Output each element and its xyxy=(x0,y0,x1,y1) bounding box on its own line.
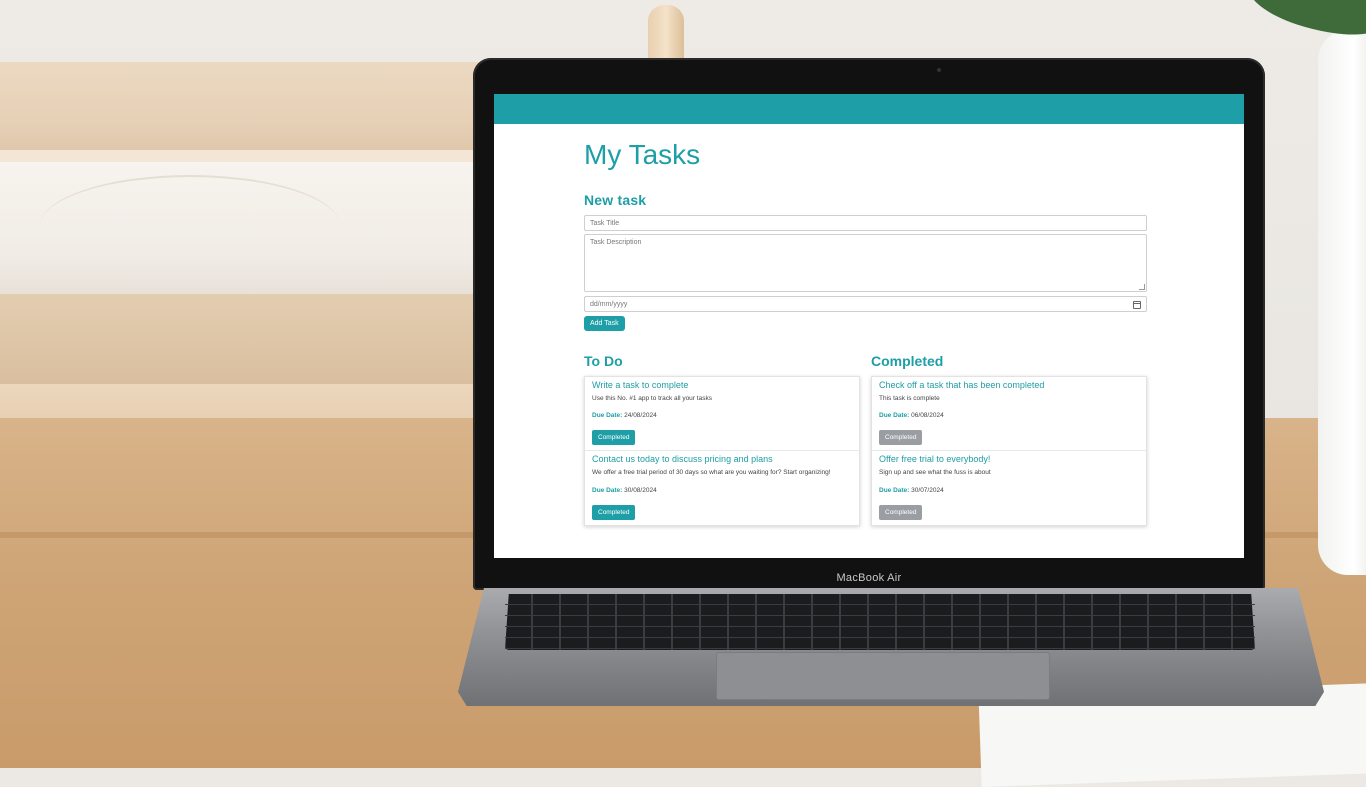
laptop-brand: MacBook Air xyxy=(836,572,902,584)
task-title-input[interactable]: Task Title xyxy=(584,214,1147,231)
due-date-value: 06/08/2024 xyxy=(911,412,944,420)
due-date-value: 24/08/2024 xyxy=(624,412,657,420)
calendar-icon[interactable] xyxy=(1133,300,1141,309)
plant-pot xyxy=(1318,30,1366,575)
laptop-screen: My Tasks New task Task Title Task Descri… xyxy=(494,94,1244,558)
task-description: Sign up and see what the fuss is about xyxy=(879,469,991,477)
due-date-label: Due Date: xyxy=(592,412,623,420)
completed-status-button[interactable]: Completed xyxy=(879,505,923,521)
due-date-label: Due Date: xyxy=(879,412,910,420)
keyboard-rows xyxy=(505,594,1255,650)
wooden-shelf-middle xyxy=(0,294,480,384)
task-description: This task is complete xyxy=(879,394,940,402)
task-card: Write a task to complete Use this No. #1… xyxy=(585,377,859,452)
due-date-value: 30/08/2024 xyxy=(624,487,657,495)
task-description-input[interactable]: Task Description xyxy=(584,233,1147,292)
app-header-bar xyxy=(494,94,1244,124)
task-description: We offer a free trial period of 30 days … xyxy=(592,469,831,477)
todo-column: To Do Write a task to complete Use this … xyxy=(584,353,860,527)
todo-list: Write a task to complete Use this No. #1… xyxy=(584,375,860,527)
due-date-value: 30/07/2024 xyxy=(911,487,944,495)
main-content: My Tasks New task Task Title Task Descri… xyxy=(584,138,1148,527)
task-card: Contact us today to discuss pricing and … xyxy=(585,451,859,525)
task-columns: To Do Write a task to complete Use this … xyxy=(584,353,1148,527)
task-card: Offer free trial to everybody! Sign up a… xyxy=(872,451,1146,525)
shelf-edge xyxy=(0,150,480,162)
task-due-date: Due Date: 30/08/2024 xyxy=(592,487,852,494)
completed-heading: Completed xyxy=(871,352,944,369)
completed-status-button[interactable]: Completed xyxy=(879,430,923,446)
task-description: Use this No. #1 app to track all your ta… xyxy=(592,394,712,402)
due-date-placeholder: dd/mm/yyyy xyxy=(590,300,628,308)
due-date-label: Due Date: xyxy=(879,487,910,495)
wooden-shelf xyxy=(0,62,480,162)
camera-icon xyxy=(937,68,941,72)
page-title: My Tasks xyxy=(584,139,701,170)
todo-heading: To Do xyxy=(584,352,623,369)
new-task-heading: New task xyxy=(584,191,647,208)
task-due-date: Due Date: 06/08/2024 xyxy=(879,412,1139,419)
completed-list: Check off a task that has been completed… xyxy=(871,375,1147,527)
trackpad xyxy=(716,652,1050,700)
task-title: Write a task to complete xyxy=(592,379,689,390)
task-title: Contact us today to discuss pricing and … xyxy=(592,454,773,465)
task-title: Offer free trial to everybody! xyxy=(879,454,991,465)
mark-completed-button[interactable]: Completed xyxy=(592,505,636,521)
due-date-input[interactable]: dd/mm/yyyy xyxy=(584,295,1147,312)
task-card: Check off a task that has been completed… xyxy=(872,377,1146,452)
task-title: Check off a task that has been completed xyxy=(879,379,1045,390)
mark-completed-button[interactable]: Completed xyxy=(592,430,636,446)
completed-column: Completed Check off a task that has been… xyxy=(871,353,1147,527)
task-due-date: Due Date: 30/07/2024 xyxy=(879,487,1139,494)
paper-tear xyxy=(40,175,340,277)
due-date-label: Due Date: xyxy=(592,487,623,495)
add-task-button[interactable]: Add Task xyxy=(584,315,625,331)
task-due-date: Due Date: 24/08/2024 xyxy=(592,412,852,419)
